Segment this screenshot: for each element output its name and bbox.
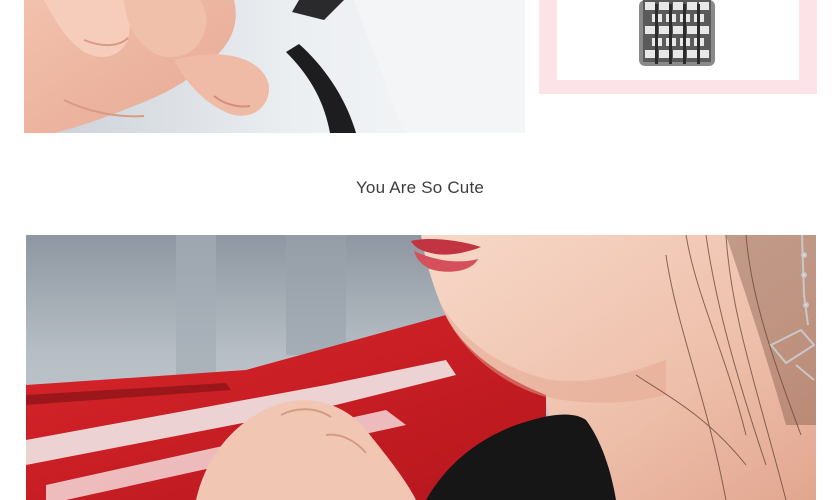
product-frame [539,0,817,94]
hands-strap-image [24,0,525,133]
section-caption: You Are So Cute [355,178,485,197]
product-detail-page: You Are So Cute [0,0,840,500]
bracelet-image [557,0,799,80]
model-photo [26,235,816,500]
product-image-panel [557,0,799,80]
hands-strap-photo [24,0,525,133]
model-image [26,235,816,500]
